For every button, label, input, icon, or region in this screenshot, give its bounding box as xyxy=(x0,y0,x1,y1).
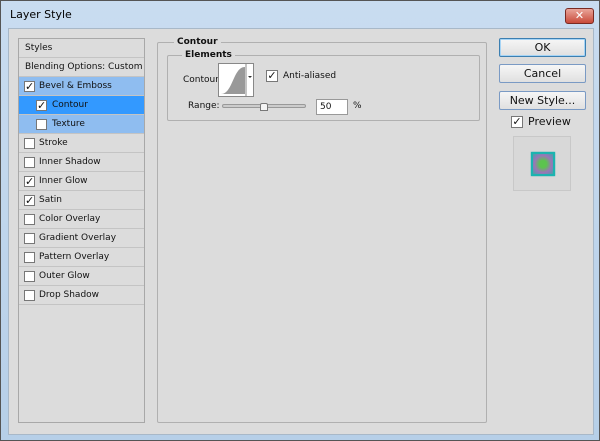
checkbox[interactable]: ✓ xyxy=(24,195,35,206)
style-gradient-overlay[interactable]: Gradient Overlay xyxy=(19,229,144,248)
checkbox[interactable] xyxy=(24,157,35,168)
checkbox[interactable] xyxy=(36,119,47,130)
range-label: Range: xyxy=(188,101,220,111)
label: Inner Glow xyxy=(39,176,88,186)
checkbox[interactable] xyxy=(24,252,35,263)
contour-curve-icon xyxy=(221,64,252,96)
label: Bevel & Emboss xyxy=(39,81,112,91)
preview-swatch xyxy=(531,152,555,176)
range-slider-thumb[interactable] xyxy=(260,103,268,111)
checkbox[interactable] xyxy=(24,271,35,282)
checkbox[interactable]: ✓ xyxy=(24,176,35,187)
checkbox[interactable]: ✓ xyxy=(36,100,47,111)
style-texture[interactable]: Texture xyxy=(19,115,144,134)
checkbox[interactable] xyxy=(24,290,35,301)
style-satin[interactable]: ✓ Satin xyxy=(19,191,144,210)
preview-label: Preview xyxy=(528,115,571,128)
style-inner-shadow[interactable]: Inner Shadow xyxy=(19,153,144,172)
window-title: Layer Style xyxy=(10,8,72,21)
label: Inner Shadow xyxy=(39,157,101,167)
style-drop-shadow[interactable]: Drop Shadow xyxy=(19,286,144,305)
group-title: Contour xyxy=(174,37,221,47)
label: Gradient Overlay xyxy=(39,233,117,243)
contour-label: Contour: xyxy=(183,75,222,85)
blending-options[interactable]: Blending Options: Custom xyxy=(19,58,144,77)
new-style-button[interactable]: New Style... xyxy=(499,91,586,110)
anti-aliased-label: Anti-aliased xyxy=(283,71,337,81)
label: Stroke xyxy=(39,138,68,148)
range-slider[interactable] xyxy=(222,103,306,111)
label: Outer Glow xyxy=(39,271,90,281)
style-color-overlay[interactable]: Color Overlay xyxy=(19,210,144,229)
label: Satin xyxy=(39,195,62,205)
label: Color Overlay xyxy=(39,214,101,224)
ok-button[interactable]: OK xyxy=(499,38,586,57)
preview-checkbox[interactable]: ✓ xyxy=(511,116,523,128)
label: Texture xyxy=(52,119,85,129)
close-button[interactable]: ✕ xyxy=(565,8,594,24)
preview-thumbnail xyxy=(513,136,571,191)
styles-header[interactable]: Styles xyxy=(19,39,144,58)
style-contour[interactable]: ✓ Contour xyxy=(19,96,144,115)
style-inner-glow[interactable]: ✓ Inner Glow xyxy=(19,172,144,191)
checkbox[interactable] xyxy=(24,214,35,225)
checkbox[interactable] xyxy=(24,233,35,244)
anti-aliased-checkbox[interactable]: ✓ xyxy=(266,70,278,82)
contour-picker[interactable] xyxy=(218,63,254,97)
label: Pattern Overlay xyxy=(39,252,110,262)
style-outer-glow[interactable]: Outer Glow xyxy=(19,267,144,286)
contour-group: Contour Elements Contour: ✓ Anti-aliased… xyxy=(157,37,487,423)
layer-style-dialog: Layer Style ✕ Styles Blending Options: C… xyxy=(0,0,600,441)
cancel-button[interactable]: Cancel xyxy=(499,64,586,83)
checkbox[interactable]: ✓ xyxy=(24,81,35,92)
dialog-body: Styles Blending Options: Custom ✓ Bevel &… xyxy=(8,28,594,435)
style-bevel-emboss[interactable]: ✓ Bevel & Emboss xyxy=(19,77,144,96)
checkbox[interactable] xyxy=(24,138,35,149)
label: Contour xyxy=(52,100,88,110)
styles-list: Styles Blending Options: Custom ✓ Bevel &… xyxy=(18,38,145,423)
range-input[interactable]: 50 xyxy=(316,99,348,115)
range-unit: % xyxy=(353,101,362,111)
style-pattern-overlay[interactable]: Pattern Overlay xyxy=(19,248,144,267)
elements-group: Elements Contour: ✓ Anti-aliased Range: … xyxy=(167,50,480,121)
label: Drop Shadow xyxy=(39,290,100,300)
style-stroke[interactable]: Stroke xyxy=(19,134,144,153)
elements-title: Elements xyxy=(182,50,235,60)
